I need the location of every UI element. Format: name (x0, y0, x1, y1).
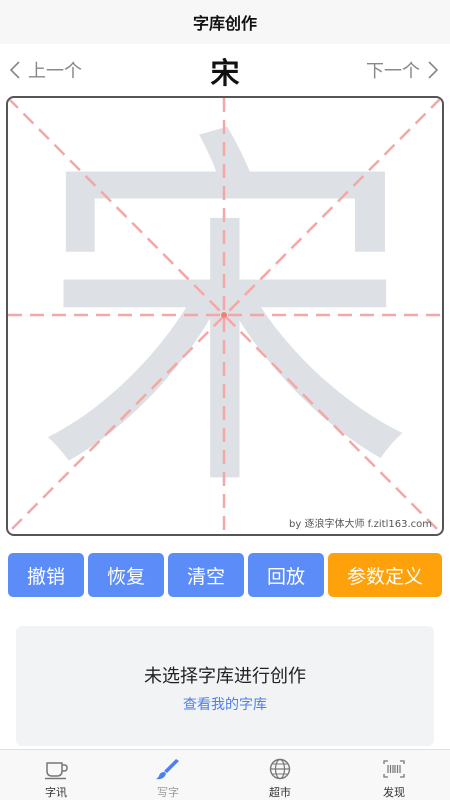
barcode-scan-icon (383, 760, 405, 778)
font-library-panel: 未选择字库进行创作 查看我的字库 (16, 626, 434, 746)
next-char-button[interactable]: 下一个 (366, 56, 438, 84)
page-title: 字库创作 (192, 14, 257, 33)
tab-label: 发现 (383, 786, 405, 799)
chevron-right-icon (428, 61, 438, 79)
chevron-left-icon (10, 61, 20, 79)
tab-news[interactable]: 字讯 (0, 750, 112, 800)
tab-label: 写字 (157, 786, 179, 799)
tab-discover[interactable]: 发现 (338, 750, 450, 800)
tab-write[interactable]: 写字 (112, 750, 224, 800)
replay-button[interactable]: 回放 (248, 553, 324, 597)
guide-grid (8, 98, 441, 533)
empty-state-message: 未选择字库进行创作 (144, 666, 306, 687)
center-dot (221, 312, 227, 318)
char-navigation: 上一个 宋 下一个 (0, 48, 450, 92)
watermark: by 逐浪字体大师 f.zitl163.com (289, 519, 432, 530)
action-toolbar: 撤销 恢复 清空 回放 参数定义 (8, 553, 442, 597)
app-header: 字库创作 (0, 0, 450, 44)
view-my-fonts-link[interactable]: 查看我的字库 (16, 694, 434, 714)
writing-canvas[interactable]: 宋 by 逐浪字体大师 f.zitl163.com (6, 96, 444, 536)
next-char-label: 下一个 (366, 61, 420, 82)
bottom-tab-bar: 字讯 写字 超市 发现 (0, 749, 450, 800)
undo-button[interactable]: 撤销 (8, 553, 84, 597)
globe-icon (269, 758, 291, 780)
prev-char-label: 上一个 (28, 61, 82, 82)
tab-market[interactable]: 超市 (224, 750, 336, 800)
tab-label: 字讯 (45, 786, 67, 799)
tab-label: 超市 (269, 786, 291, 799)
current-char: 宋 (210, 56, 240, 90)
params-button[interactable]: 参数定义 (328, 553, 442, 597)
prev-char-button[interactable]: 上一个 (10, 56, 82, 84)
brush-icon (156, 759, 179, 780)
coffee-cup-icon (45, 762, 68, 780)
clear-button[interactable]: 清空 (168, 553, 244, 597)
redo-button[interactable]: 恢复 (88, 553, 164, 597)
